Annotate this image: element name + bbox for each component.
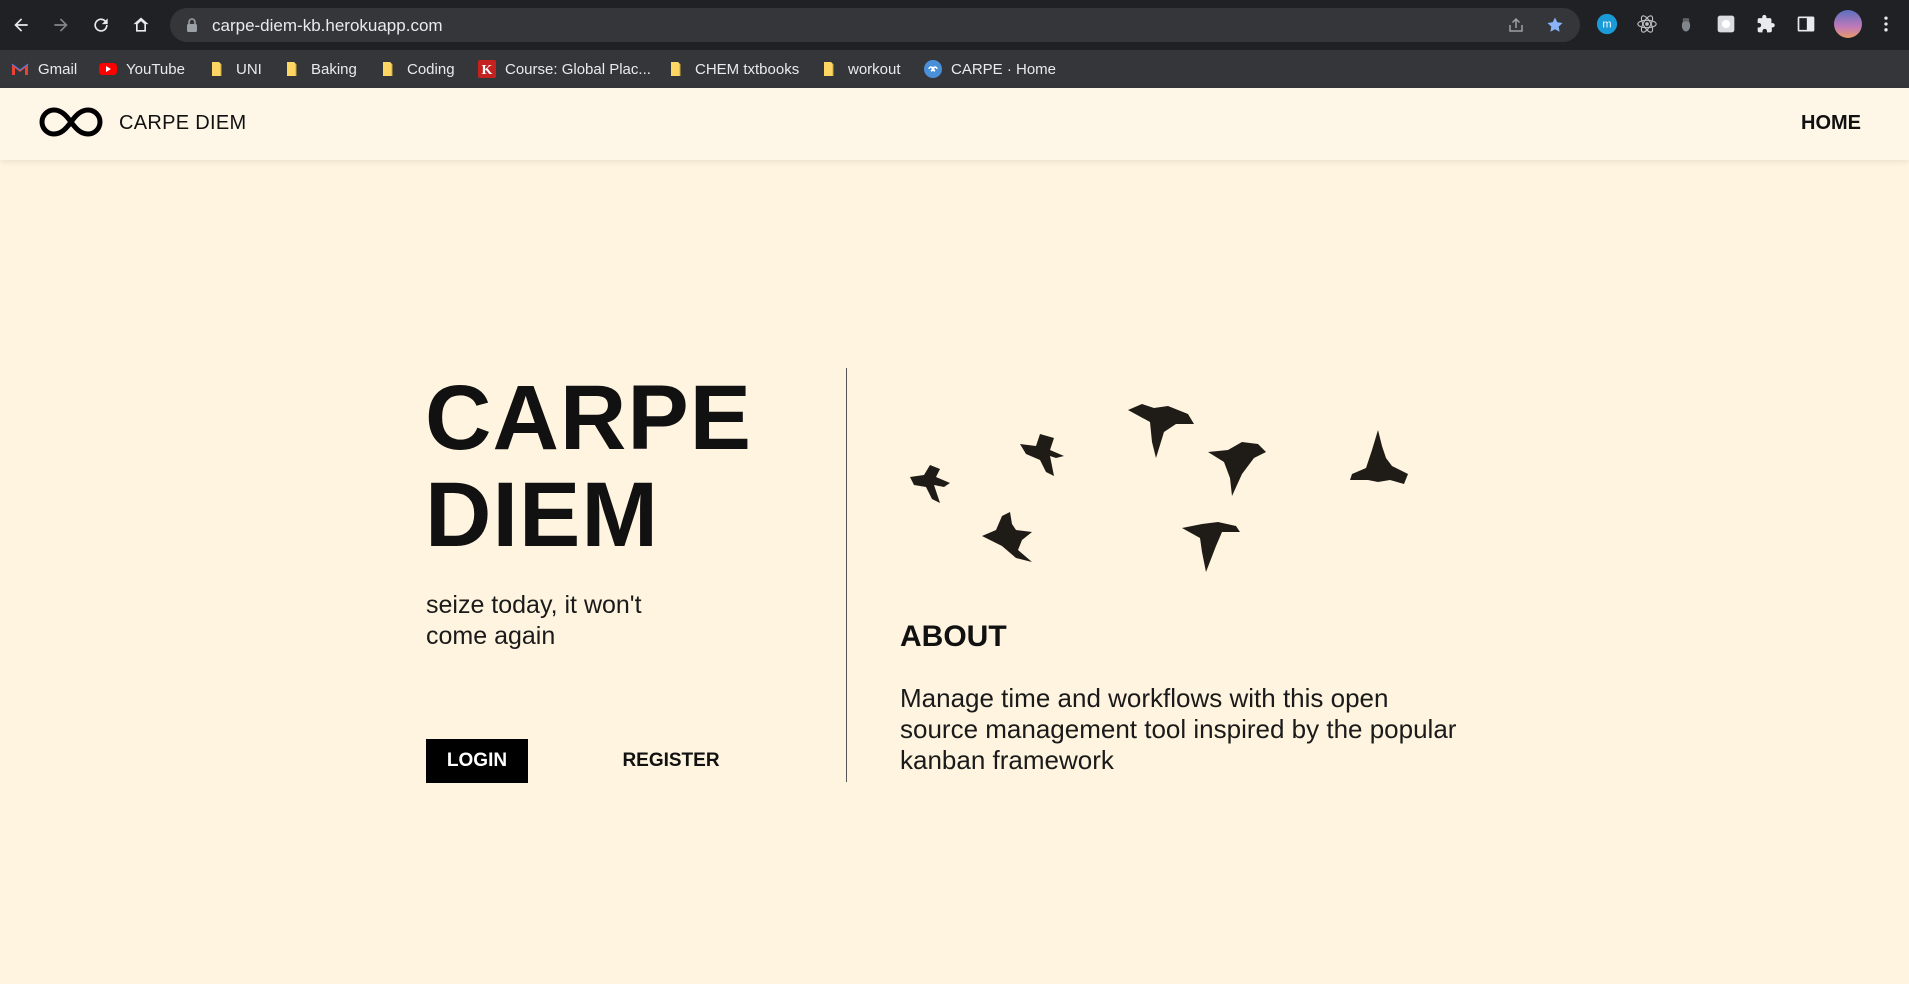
bookmark-label: Baking <box>311 60 357 78</box>
extension-acorn-icon[interactable] <box>1674 12 1698 36</box>
vertical-divider <box>846 368 847 782</box>
svg-text:K: K <box>482 63 493 78</box>
bookmark-carpe-home[interactable]: CARPE · Home <box>924 50 1056 88</box>
bookmark-uni[interactable]: UNI <box>209 50 262 88</box>
site-header: CARPE DIEM HOME <box>0 88 1909 160</box>
folder-icon <box>671 62 681 76</box>
menu-kebab-icon[interactable] <box>1874 12 1898 36</box>
home-icon[interactable] <box>129 13 153 37</box>
bookmark-label: Gmail <box>38 60 78 78</box>
k-icon: K <box>478 60 496 78</box>
bookmark-workout[interactable]: workout <box>821 50 901 88</box>
about-description: Manage time and workflows with this open… <box>900 683 1457 775</box>
browser-toolbar: carpe-diem-kb.herokuapp.com m <box>0 0 1909 50</box>
about-heading: ABOUT <box>900 620 1007 653</box>
bookmark-label: Coding <box>407 60 455 78</box>
lock-icon <box>184 17 200 33</box>
side-panel-icon[interactable] <box>1794 12 1818 36</box>
react-devtools-icon[interactable] <box>1635 12 1659 36</box>
bird-6 <box>982 512 1032 562</box>
url-text: carpe-diem-kb.herokuapp.com <box>212 16 443 35</box>
bookmark-label: CARPE · Home <box>951 60 1057 78</box>
bookmark-youtube[interactable]: YouTube <box>99 50 185 88</box>
bookmark-label: CHEM txtbooks <box>695 60 800 78</box>
carpe-icon <box>924 60 942 78</box>
bookmark-label: UNI <box>236 60 262 78</box>
extension-square-icon[interactable] <box>1714 12 1738 36</box>
nav-home-link[interactable]: HOME <box>1801 112 1861 135</box>
folder-icon <box>383 62 393 76</box>
extensions-puzzle-icon[interactable] <box>1754 12 1778 36</box>
bookmarks-bar: Gmail YouTube UNI Baking Coding K Course… <box>0 50 1909 88</box>
reload-icon[interactable] <box>89 13 113 37</box>
svg-text:m: m <box>1602 19 1611 31</box>
bookmark-label: YouTube <box>126 60 185 78</box>
hero-title: CARPE DIEM <box>425 370 752 564</box>
infinity-logo-icon[interactable] <box>39 104 103 140</box>
back-icon[interactable] <box>9 13 33 37</box>
folder-icon <box>212 62 222 76</box>
youtube-icon <box>99 63 117 75</box>
bookmark-coding[interactable]: Coding <box>380 50 455 88</box>
bird-5 <box>1350 430 1408 484</box>
hero-title-line1: CARPE <box>425 367 753 469</box>
forward-icon[interactable] <box>49 13 73 37</box>
birds-illustration <box>910 404 1408 572</box>
hero-subtitle: seize today, it won't come again <box>426 591 642 650</box>
share-icon[interactable] <box>1507 16 1525 34</box>
folder-icon <box>287 62 297 76</box>
gmail-icon <box>11 63 29 75</box>
register-button[interactable]: REGISTER <box>607 739 735 783</box>
bookmark-star-icon[interactable] <box>1546 16 1564 34</box>
bookmark-label: workout <box>848 60 901 78</box>
bookmark-chem-txtbooks[interactable]: CHEM txtbooks <box>668 50 799 88</box>
bird-7 <box>1182 522 1240 572</box>
bird-2 <box>1020 434 1064 476</box>
extension-m-icon[interactable]: m <box>1595 12 1619 36</box>
bookmark-course[interactable]: K Course: Global Plac... <box>478 50 651 88</box>
bookmark-label: Course: Global Plac... <box>505 60 651 78</box>
bookmark-gmail[interactable]: Gmail <box>11 50 77 88</box>
login-button[interactable]: LOGIN <box>426 739 528 783</box>
bookmark-baking[interactable]: Baking <box>284 50 357 88</box>
profile-avatar[interactable] <box>1834 10 1862 38</box>
hero-title-line2: DIEM <box>425 464 659 566</box>
bird-3 <box>1128 404 1194 458</box>
brand-name[interactable]: CARPE DIEM <box>119 112 246 135</box>
bird-4 <box>1208 442 1266 496</box>
folder-icon <box>824 62 834 76</box>
address-bar[interactable]: carpe-diem-kb.herokuapp.com <box>170 8 1580 42</box>
bird-1 <box>910 465 950 503</box>
